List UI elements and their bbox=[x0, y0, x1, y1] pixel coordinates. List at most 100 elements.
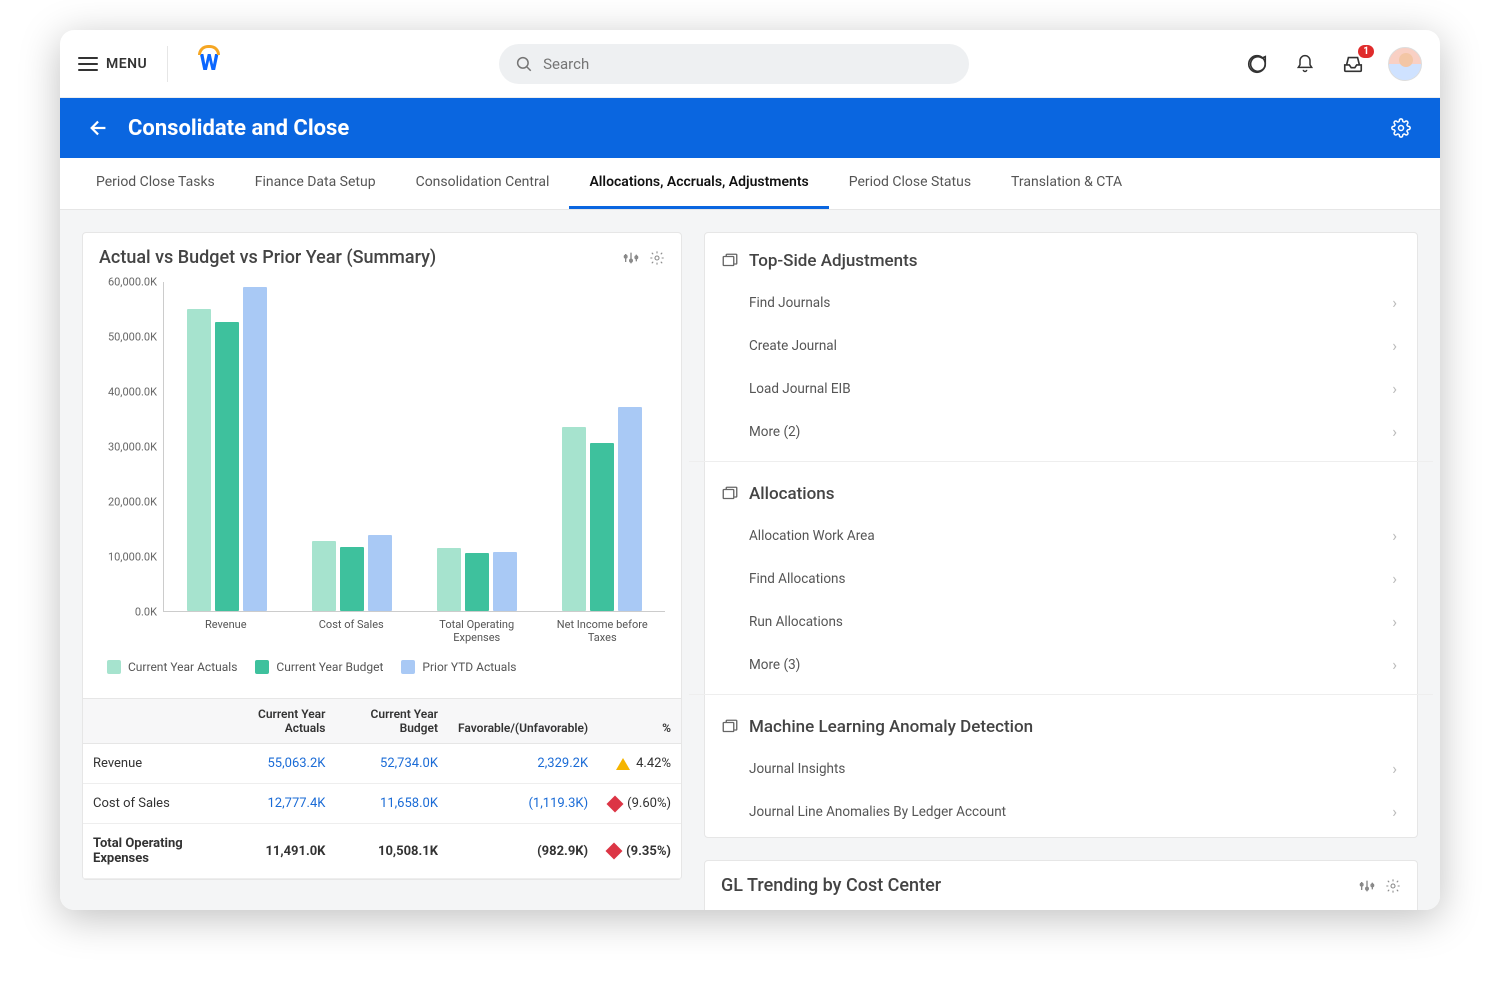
table-header: Favorable/(Unfavorable) bbox=[448, 699, 598, 744]
menu-label: MENU bbox=[106, 56, 147, 72]
chevron-right-icon: › bbox=[1392, 655, 1397, 674]
chevron-right-icon: › bbox=[1392, 569, 1397, 588]
table-cell: Cost of Sales bbox=[83, 784, 221, 824]
table-link[interactable]: 55,063.2K bbox=[267, 756, 325, 771]
table-row: Cost of Sales 12,777.4K 11,658.0K (1,119.3K… bbox=[83, 784, 681, 824]
chevron-right-icon: › bbox=[1392, 293, 1397, 312]
bar[interactable] bbox=[437, 548, 461, 611]
table-link[interactable]: 11,658.0K bbox=[380, 796, 438, 811]
list-item-label: Load Journal EIB bbox=[749, 381, 851, 397]
table-cell: 55,063.2K bbox=[221, 744, 335, 784]
tab-finance-data-setup[interactable]: Finance Data Setup bbox=[235, 158, 396, 209]
legend-label: Current Year Actuals bbox=[128, 660, 237, 674]
tab-allocations[interactable]: Allocations, Accruals, Adjustments bbox=[569, 158, 828, 209]
bar[interactable] bbox=[562, 427, 586, 611]
inbox-icon[interactable]: 1 bbox=[1340, 51, 1366, 77]
search-container bbox=[499, 44, 969, 84]
list-item-label: Run Allocations bbox=[749, 614, 843, 630]
profile-avatar[interactable] bbox=[1388, 47, 1422, 81]
legend-swatch bbox=[107, 660, 121, 674]
list-item[interactable]: Find Allocations› bbox=[721, 557, 1401, 600]
legend-item[interactable]: Current Year Actuals bbox=[107, 660, 237, 674]
tab-translation-cta[interactable]: Translation & CTA bbox=[991, 158, 1142, 209]
y-tick: 30,000.0K bbox=[108, 441, 157, 454]
page-header: Consolidate and Close bbox=[60, 98, 1440, 158]
bar[interactable] bbox=[243, 287, 267, 611]
section-title: Machine Learning Anomaly Detection bbox=[749, 717, 1033, 737]
table-link[interactable]: 52,734.0K bbox=[380, 756, 438, 771]
section-title: Allocations bbox=[749, 484, 834, 504]
list-item[interactable]: Load Journal EIB › bbox=[721, 367, 1401, 410]
list-item[interactable]: Find Journals › bbox=[721, 281, 1401, 324]
bar-group bbox=[307, 282, 397, 611]
tab-period-close-tasks[interactable]: Period Close Tasks bbox=[76, 158, 235, 209]
legend-item[interactable]: Current Year Budget bbox=[255, 660, 383, 674]
table-link[interactable]: 12,777.4K bbox=[267, 796, 325, 811]
bar[interactable] bbox=[340, 547, 364, 611]
bar[interactable] bbox=[215, 322, 239, 611]
table-header: Current Year Actuals bbox=[221, 699, 335, 744]
section-head: Allocations bbox=[721, 476, 1401, 514]
table-link[interactable]: 2,329.2K bbox=[537, 756, 588, 771]
chart-settings-icon[interactable] bbox=[649, 250, 665, 266]
x-label: Total Operating Expenses bbox=[422, 618, 532, 644]
list-item-label: Find Journals bbox=[749, 295, 830, 311]
section-head: Machine Learning Anomaly Detection bbox=[721, 709, 1401, 747]
inbox-badge: 1 bbox=[1358, 45, 1374, 58]
bar[interactable] bbox=[187, 309, 211, 611]
back-arrow-icon[interactable] bbox=[86, 115, 112, 141]
chart-card: Actual vs Budget vs Prior Year (Summary)… bbox=[82, 232, 682, 880]
workday-logo[interactable]: W bbox=[194, 49, 224, 79]
list-item[interactable]: Run Allocations› bbox=[721, 600, 1401, 643]
bar[interactable] bbox=[368, 535, 392, 611]
list-item[interactable]: Journal Insights› bbox=[721, 747, 1401, 790]
bar[interactable] bbox=[493, 552, 517, 611]
summary-table: Current Year ActualsCurrent Year BudgetF… bbox=[83, 698, 681, 879]
page-settings-icon[interactable] bbox=[1388, 115, 1414, 141]
list-item[interactable]: Create Journal› bbox=[721, 324, 1401, 367]
links-card: Top-Side AdjustmentsFind Journals›Create… bbox=[704, 232, 1418, 838]
list-item-label: Create Journal bbox=[749, 338, 837, 354]
divider bbox=[167, 46, 168, 82]
divider bbox=[689, 461, 1433, 462]
stack-icon bbox=[721, 718, 739, 736]
gl-settings-icon[interactable] bbox=[1385, 878, 1401, 894]
table-cell-pct: 4.42% bbox=[598, 744, 681, 784]
chat-icon[interactable] bbox=[1244, 51, 1270, 77]
list-item-label: Journal Line Anomalies By Ledger Account bbox=[749, 804, 1006, 820]
list-item[interactable]: More (3) › bbox=[721, 643, 1401, 686]
legend-item[interactable]: Prior YTD Actuals bbox=[401, 660, 516, 674]
bar[interactable] bbox=[618, 407, 642, 611]
tab-consolidation-central[interactable]: Consolidation Central bbox=[396, 158, 570, 209]
chart-config-icon[interactable] bbox=[623, 250, 639, 266]
warning-icon bbox=[616, 758, 630, 770]
list-item[interactable]: Allocation Work Area› bbox=[721, 514, 1401, 557]
bar[interactable] bbox=[312, 541, 336, 611]
y-tick: 0.0K bbox=[135, 606, 157, 619]
y-tick: 60,000.0K bbox=[108, 276, 157, 289]
notifications-icon[interactable] bbox=[1292, 51, 1318, 77]
list-item[interactable]: Journal Line Anomalies By Ledger Account… bbox=[721, 790, 1401, 833]
tab-period-close-status[interactable]: Period Close Status bbox=[829, 158, 991, 209]
table-cell-pct: (9.35%) bbox=[598, 824, 681, 879]
y-tick: 10,000.0K bbox=[108, 551, 157, 564]
list-item[interactable]: More (2)› bbox=[721, 410, 1401, 453]
table-cell: Revenue bbox=[83, 744, 221, 784]
chevron-right-icon: › bbox=[1392, 379, 1397, 398]
bar[interactable] bbox=[590, 443, 614, 611]
menu-button[interactable]: MENU bbox=[78, 56, 147, 72]
search-box[interactable] bbox=[499, 44, 969, 84]
legend-label: Prior YTD Actuals bbox=[422, 660, 516, 674]
gl-config-icon[interactable] bbox=[1359, 878, 1375, 894]
table-cell: (982.9K) bbox=[448, 824, 598, 879]
x-label: Cost of Sales bbox=[296, 618, 406, 644]
table-header: % bbox=[598, 699, 681, 744]
page-title: Consolidate and Close bbox=[128, 116, 349, 141]
bar[interactable] bbox=[465, 553, 489, 611]
table-cell-pct: (9.60%) bbox=[598, 784, 681, 824]
section-block: Machine Learning Anomaly Detection Journa… bbox=[705, 699, 1417, 837]
search-input[interactable] bbox=[543, 55, 953, 73]
list-item-label: More (3) bbox=[749, 657, 800, 673]
gl-title: GL Trending by Cost Center bbox=[721, 875, 941, 896]
table-link[interactable]: (1,119.3K) bbox=[528, 796, 588, 811]
